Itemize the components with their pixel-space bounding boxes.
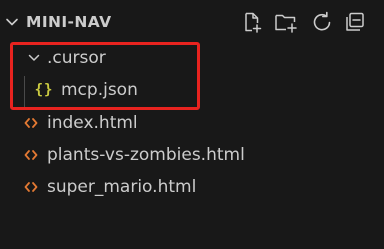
explorer-header[interactable]: MINI-NAV	[0, 0, 384, 44]
html-icon	[22, 171, 40, 203]
tree-file-plants-vs-zombies-html[interactable]: plants-vs-zombies.html	[0, 139, 384, 171]
chevron-down-icon	[24, 42, 44, 74]
new-folder-icon[interactable]	[272, 8, 300, 36]
json-icon: {}	[34, 82, 54, 98]
folder-label: .cursor	[47, 48, 106, 68]
collapse-all-icon[interactable]	[341, 8, 369, 36]
file-label: super_mario.html	[47, 177, 197, 197]
file-label: plants-vs-zombies.html	[47, 145, 245, 165]
tree-file-mcp-json[interactable]: {} mcp.json	[0, 74, 384, 106]
html-icon	[22, 107, 40, 139]
file-label: index.html	[47, 113, 138, 133]
chevron-down-icon[interactable]	[2, 12, 22, 32]
tree-file-index-html[interactable]: index.html	[0, 107, 384, 139]
file-label: mcp.json	[61, 80, 138, 100]
explorer-title: MINI-NAV	[26, 13, 112, 31]
html-icon	[22, 139, 40, 171]
tree-folder-cursor[interactable]: .cursor	[0, 42, 384, 74]
new-file-icon[interactable]	[238, 8, 266, 36]
tree-file-super-mario-html[interactable]: super_mario.html	[0, 171, 384, 203]
refresh-icon[interactable]	[308, 8, 336, 36]
